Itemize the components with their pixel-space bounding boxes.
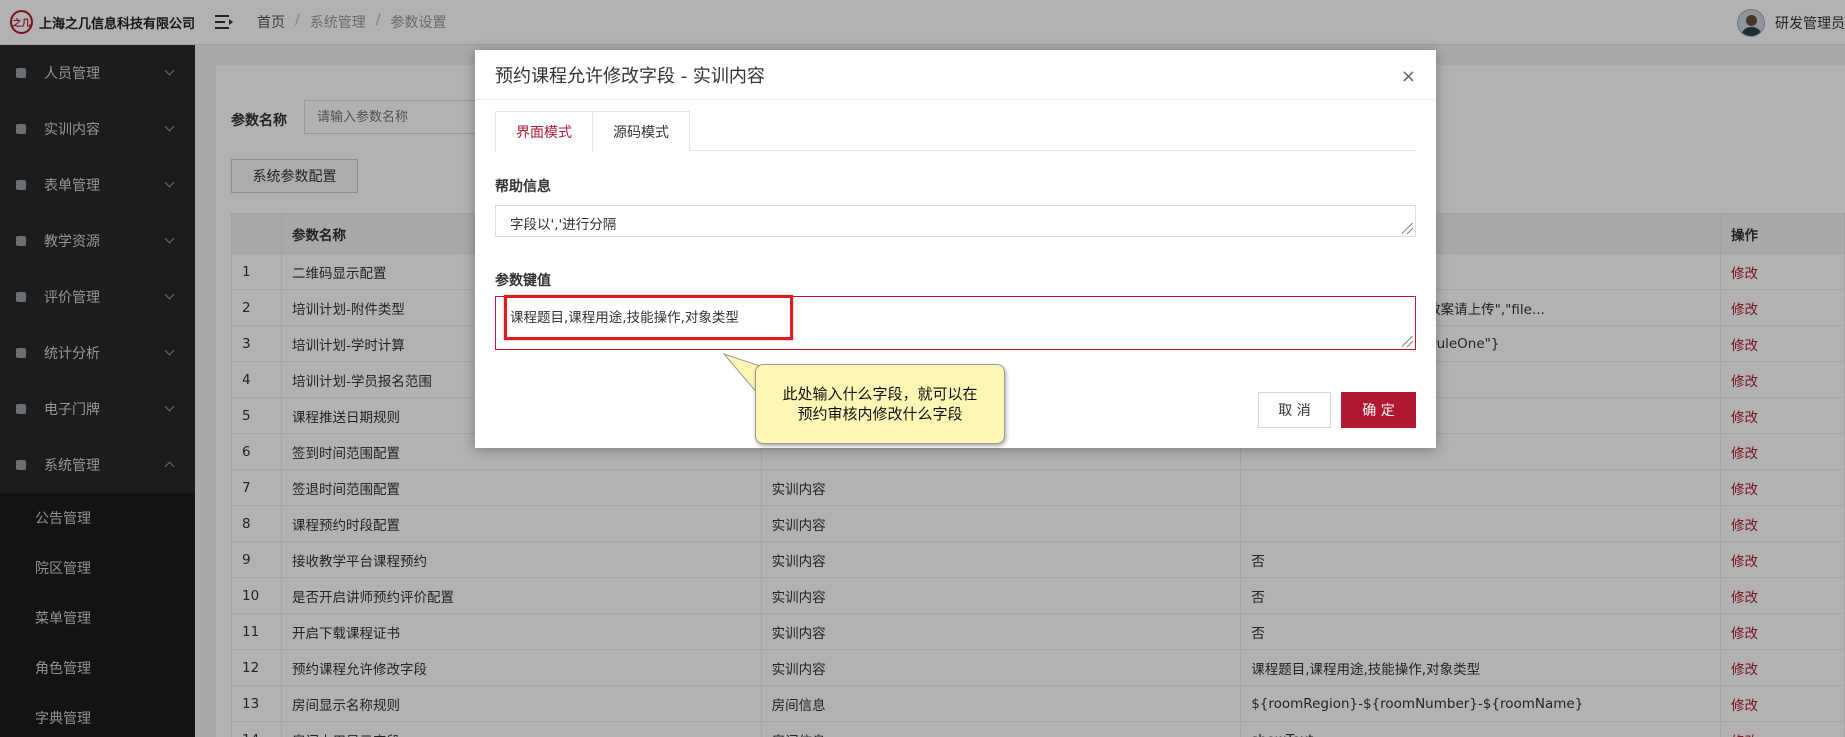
highlight-box [504, 295, 793, 340]
tab-ui-mode[interactable]: 界面模式 [495, 111, 593, 152]
mode-tabs: 界面模式 源码模式 [495, 111, 1416, 152]
resize-handle-icon[interactable] [1402, 223, 1413, 234]
callout-note: 此处输入什么字段，就可以在 预约审核内修改什么字段 [755, 364, 1005, 444]
help-label: 帮助信息 [495, 179, 551, 195]
callout-line-2: 预约审核内修改什么字段 [797, 405, 963, 423]
close-icon[interactable]: × [1401, 68, 1416, 86]
cancel-button[interactable]: 取 消 [1258, 392, 1331, 428]
value-label: 参数键值 [495, 273, 551, 289]
tab-source-mode[interactable]: 源码模式 [592, 111, 690, 151]
confirm-button[interactable]: 确 定 [1341, 392, 1416, 428]
modal-title: 预约课程允许修改字段 - 实训内容 [475, 50, 1436, 100]
resize-handle-icon[interactable] [1402, 336, 1413, 347]
help-textarea[interactable]: 字段以','进行分隔 [495, 205, 1416, 237]
callout-line-1: 此处输入什么字段，就可以在 [782, 385, 978, 403]
